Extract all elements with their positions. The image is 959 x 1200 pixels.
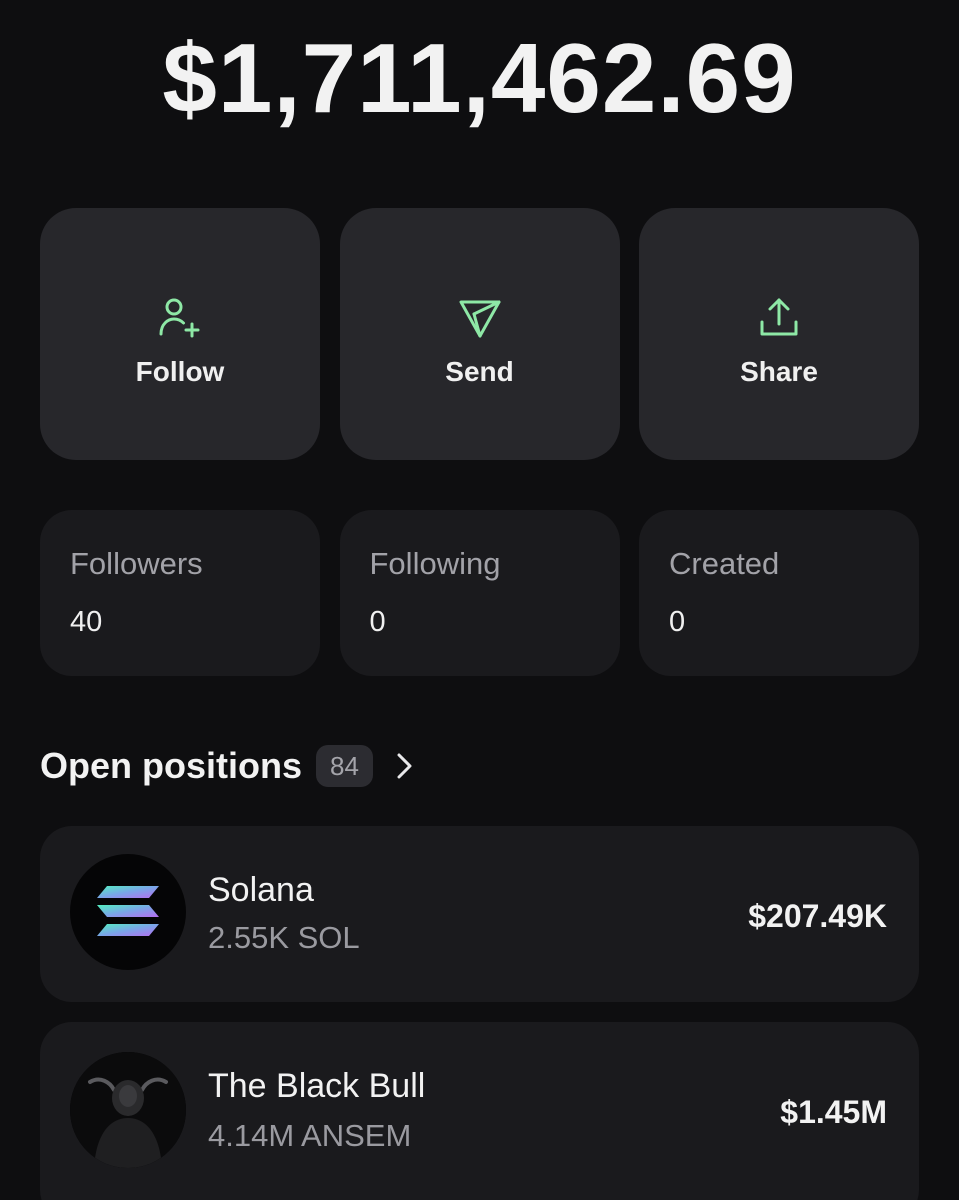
send-label: Send	[445, 356, 514, 387]
token-name: Solana	[208, 871, 314, 909]
share-icon	[755, 294, 803, 342]
followers-label: Followers	[70, 546, 203, 581]
following-label: Following	[369, 546, 501, 581]
token-value: $1.45M	[780, 1094, 887, 1130]
share-button[interactable]: Share	[639, 208, 919, 460]
token-amount: 2.55K SOL	[208, 920, 360, 955]
section-title: Open positions	[40, 745, 303, 786]
following-stat[interactable]: Following 0	[339, 510, 620, 676]
person-add-icon	[156, 294, 204, 342]
chevron-right-icon[interactable]	[395, 748, 419, 784]
share-label: Share	[740, 356, 818, 387]
black-bull-avatar-icon	[70, 1052, 186, 1168]
token-value: $207.49K	[748, 898, 887, 934]
open-positions-header[interactable]: Open positions 84	[40, 740, 419, 792]
token-amount: 4.14M ANSEM	[208, 1118, 412, 1153]
followers-stat[interactable]: Followers 40	[40, 510, 320, 676]
action-buttons: Follow Send Share	[40, 208, 919, 460]
created-count: 0	[669, 606, 686, 638]
solana-logo-icon	[70, 854, 186, 970]
following-count: 0	[369, 606, 386, 638]
created-stat[interactable]: Created 0	[639, 510, 919, 676]
follow-label: Follow	[135, 356, 225, 387]
portfolio-balance: $1,711,462.69	[162, 23, 797, 133]
send-icon	[456, 294, 504, 342]
send-button[interactable]: Send	[339, 208, 620, 460]
position-row-black-bull[interactable]: The Black Bull 4.14M ANSEM $1.45M	[40, 1022, 919, 1200]
followers-count: 40	[70, 606, 103, 638]
token-name: The Black Bull	[208, 1067, 426, 1105]
created-label: Created	[669, 546, 780, 581]
profile-stats: Followers 40 Following 0 Created 0	[40, 510, 919, 676]
position-row-solana[interactable]: Solana 2.55K SOL $207.49K	[40, 826, 919, 1002]
profile-screen: $1,711,462.69 Follow Send Share Follower…	[0, 0, 959, 1200]
follow-button[interactable]: Follow	[40, 208, 320, 460]
positions-count-badge: 84	[316, 745, 373, 787]
